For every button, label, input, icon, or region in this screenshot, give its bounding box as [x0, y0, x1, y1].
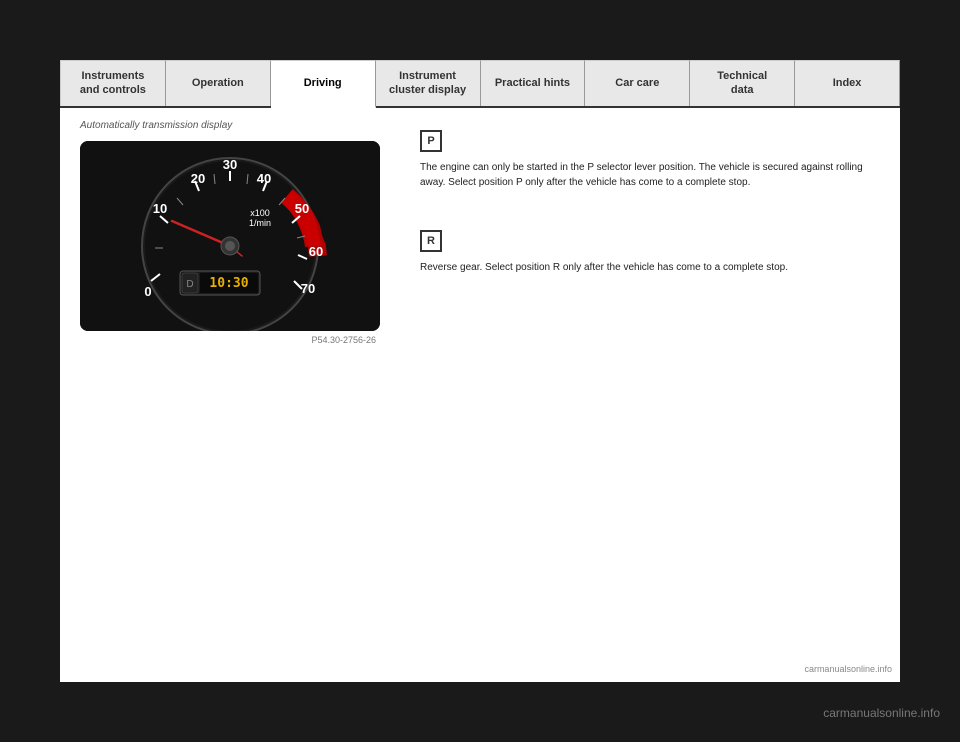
page-subtitle: Automatically transmission display	[80, 120, 400, 131]
svg-text:50: 50	[295, 201, 309, 216]
right-panel: P The engine can only be started in the …	[420, 120, 880, 345]
r-section: R Reverse gear. Select position R only a…	[420, 230, 880, 275]
tachometer-image: 0 10 20 30 40 50 60 70 x100 1/min	[80, 141, 380, 331]
r-text: Reverse gear. Select position R only aft…	[420, 260, 880, 275]
svg-text:30: 30	[223, 157, 237, 172]
r-badge: R	[420, 230, 442, 252]
svg-text:70: 70	[301, 281, 315, 296]
page-watermark: carmanualsonline.info	[804, 664, 892, 674]
svg-text:40: 40	[257, 171, 271, 186]
bottom-bar: carmanualsonline.info	[0, 684, 960, 742]
svg-text:20: 20	[191, 171, 205, 186]
svg-text:10: 10	[153, 201, 167, 216]
tab-operation[interactable]: Operation	[166, 60, 271, 106]
svg-text:0: 0	[144, 284, 151, 299]
tab-driving[interactable]: Driving	[271, 60, 376, 108]
site-watermark: carmanualsonline.info	[823, 706, 940, 720]
svg-text:10:30: 10:30	[209, 276, 248, 291]
svg-text:60: 60	[309, 244, 323, 259]
tab-practical-hints[interactable]: Practical hints	[481, 60, 586, 106]
tab-instruments[interactable]: Instruments and controls	[60, 60, 166, 106]
nav-tabs: Instruments and controls Operation Drivi…	[60, 60, 900, 108]
p-badge: P	[420, 130, 442, 152]
image-caption: P54.30-2756-26	[80, 335, 380, 345]
svg-text:x100: x100	[250, 208, 270, 218]
content-area: Automatically transmission display	[60, 108, 900, 357]
tab-technical-data[interactable]: Technical data	[690, 60, 795, 106]
p-text: The engine can only be started in the P …	[420, 160, 880, 190]
tab-index[interactable]: Index	[795, 60, 900, 106]
left-panel: Automatically transmission display	[80, 120, 400, 345]
svg-text:D: D	[186, 279, 193, 290]
tab-car-care[interactable]: Car care	[585, 60, 690, 106]
svg-text:1/min: 1/min	[249, 218, 271, 228]
page-container: Instruments and controls Operation Drivi…	[60, 60, 900, 682]
tab-instrument-cluster[interactable]: Instrument cluster display	[376, 60, 481, 106]
p-section: P The engine can only be started in the …	[420, 130, 880, 190]
